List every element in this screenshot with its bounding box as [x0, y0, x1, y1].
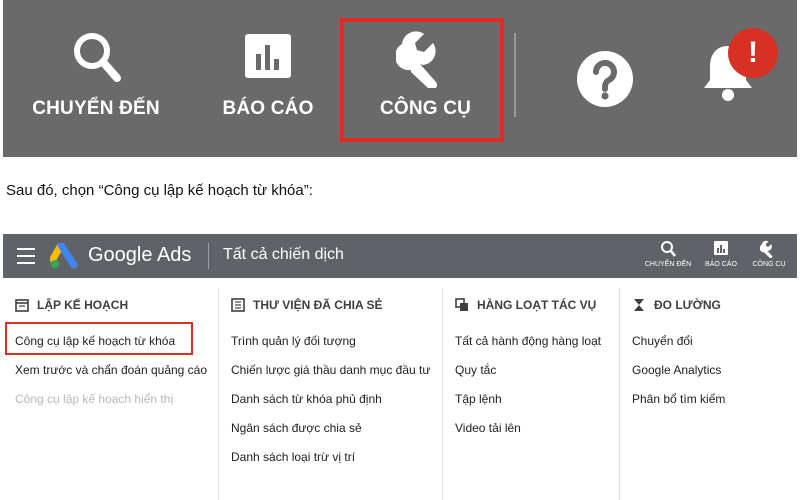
- shared-library-heading: THƯ VIỆN ĐÃ CHIA SẺ: [231, 298, 383, 312]
- calendar-icon: [15, 298, 29, 312]
- goto-label: CHUYỂN ĐẾN: [32, 98, 160, 119]
- measurement-heading: ĐO LƯỜNG: [632, 298, 721, 312]
- menu-column-shared-library: THƯ VIỆN ĐÃ CHIA SẺ Trình quản lý đối tư…: [219, 278, 439, 500]
- menu-item-audience-manager[interactable]: Trình quản lý đối tượng: [231, 334, 356, 348]
- copy-icon: [455, 298, 469, 312]
- menu-column-bulk-actions: HÀNG LOẠT TÁC VỤ Tất cả hành động hàng l…: [443, 278, 621, 500]
- reports-label: BÁO CÁO: [222, 98, 314, 119]
- toolbar-divider: [514, 33, 516, 117]
- brand-name: Google Ads: [88, 244, 192, 266]
- menu-item-all-bulk-actions[interactable]: Tất cả hành động hàng loạt: [455, 334, 601, 348]
- planning-heading-label: LẬP KẾ HOẠCH: [37, 298, 129, 312]
- instruction-text: Sau đó, chọn “Công cụ lập kế hoạch từ kh…: [6, 182, 313, 199]
- planning-heading: LẬP KẾ HOẠCH: [15, 298, 128, 312]
- header-divider: [208, 243, 209, 269]
- measurement-heading-label: ĐO LƯỜNG: [654, 298, 721, 312]
- tools-menu: LẬP KẾ HOẠCH Công cụ lập kế hoạch từ khó…: [3, 278, 797, 500]
- tools-highlight-box: [340, 18, 504, 142]
- hourglass-icon: [632, 298, 646, 312]
- menu-item-search-attribution[interactable]: Phân bổ tìm kiếm: [632, 392, 725, 406]
- header-tools-button[interactable]: CÔNG CỤ: [741, 240, 797, 268]
- menu-item-shared-budgets[interactable]: Ngân sách được chia sẻ: [231, 421, 362, 435]
- menu-column-planning: LẬP KẾ HOẠCH Công cụ lập kế hoạch từ khó…: [3, 278, 218, 500]
- search-icon: [640, 240, 696, 258]
- wrench-icon: [741, 240, 797, 259]
- menu-item-rules[interactable]: Quy tắc: [455, 363, 496, 377]
- goto-button[interactable]: CHUYỂN ĐẾN: [21, 0, 171, 157]
- bar-chart-icon: [243, 30, 293, 85]
- campaign-selector[interactable]: Tất cả chiến dịch: [223, 246, 344, 264]
- search-icon: [71, 30, 121, 91]
- header-goto-label: CHUYỂN ĐẾN: [644, 261, 692, 268]
- reports-button[interactable]: BÁO CÁO: [208, 0, 328, 157]
- header-tools-label: CÔNG CỤ: [752, 261, 786, 268]
- header-goto-button[interactable]: CHUYỂN ĐẾN: [640, 240, 696, 268]
- menu-item-ad-preview[interactable]: Xem trước và chẩn đoán quảng cáo: [15, 363, 207, 377]
- menu-item-negative-keyword-lists[interactable]: Danh sách từ khóa phủ định: [231, 392, 382, 406]
- google-ads-logo: [49, 241, 80, 274]
- library-icon: [231, 298, 245, 312]
- notifications-button[interactable]: [693, 0, 763, 157]
- keyword-planner-highlight-box: [5, 322, 193, 355]
- bulk-actions-heading: HÀNG LOẠT TÁC VỤ: [455, 298, 596, 312]
- google-ads-header: Google Ads Tất cả chiến dịch CHUYỂN ĐẾN …: [3, 234, 797, 278]
- menu-item-video-uploads[interactable]: Video tải lên: [455, 421, 521, 435]
- menu-item-display-planner: Công cụ lập kế hoạch hiển thị: [15, 392, 174, 406]
- menu-item-scripts[interactable]: Tập lệnh: [455, 392, 502, 406]
- menu-item-portfolio-bid-strategies[interactable]: Chiến lược giá thầu danh mục đầu tư: [231, 363, 430, 377]
- alert-badge: !: [728, 28, 778, 78]
- shared-library-heading-label: THƯ VIỆN ĐÃ CHIA SẺ: [253, 298, 383, 312]
- help-icon: [576, 50, 634, 113]
- bulk-actions-heading-label: HÀNG LOẠT TÁC VỤ: [477, 298, 597, 312]
- menu-icon[interactable]: [17, 248, 35, 264]
- help-button[interactable]: [575, 0, 635, 157]
- menu-item-placement-exclusions[interactable]: Danh sách loại trừ vị trí: [231, 450, 355, 464]
- menu-item-conversions[interactable]: Chuyển đổi: [632, 334, 693, 348]
- menu-column-measurement: ĐO LƯỜNG Chuyển đổi Google Analytics Phâ…: [620, 278, 797, 500]
- menu-item-google-analytics[interactable]: Google Analytics: [632, 363, 721, 377]
